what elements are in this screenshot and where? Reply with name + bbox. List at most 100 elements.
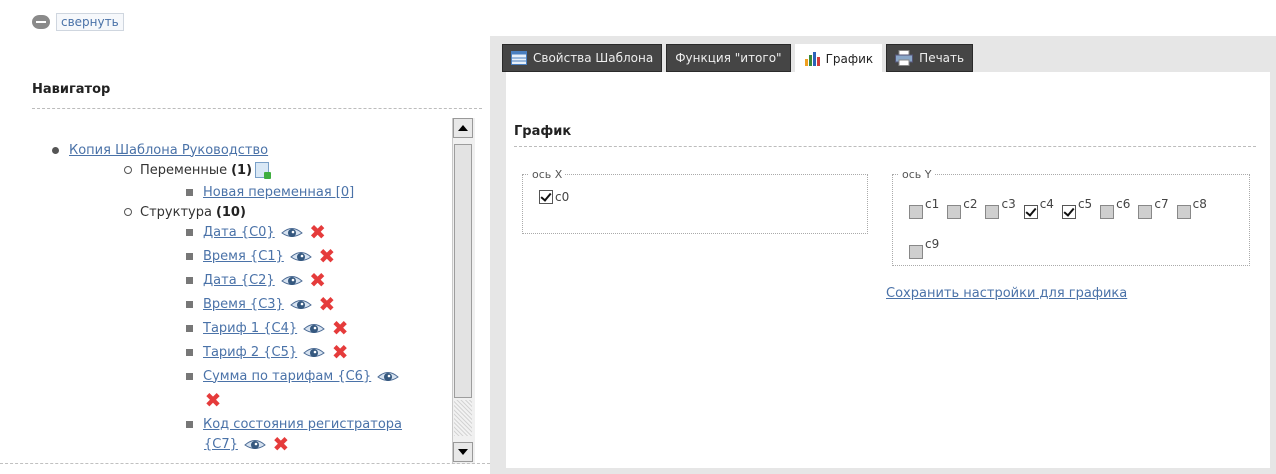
structure-item: Сумма по тарифам {C6} xyxy=(186,366,400,386)
checkbox-box[interactable] xyxy=(1176,205,1191,219)
tree-root: Копия Шаблона Руководство xyxy=(52,140,268,160)
y_axis-checkbox[interactable]: c5 xyxy=(1061,189,1093,219)
tab-total-function[interactable]: Функция "итого" xyxy=(666,44,791,72)
y_axis-checkbox[interactable]: c8 xyxy=(1176,189,1207,219)
tab-label: Печать xyxy=(919,51,965,65)
checkbox-box[interactable] xyxy=(1061,205,1076,219)
delete-icon[interactable]: ✖ xyxy=(331,342,349,362)
navigator-tree: Копия Шаблона Руководство Переменные (1)… xyxy=(32,118,448,464)
tab-template-properties[interactable]: Свойства Шаблона xyxy=(502,44,663,72)
eye-icon[interactable] xyxy=(290,248,312,264)
structure-item: Тариф 2 {C5} ✖ xyxy=(186,342,349,362)
navigator-scrollbar[interactable] xyxy=(452,118,475,464)
eye-icon[interactable] xyxy=(303,320,325,336)
bullet xyxy=(186,300,193,308)
tab-chart[interactable]: График xyxy=(794,44,883,74)
structure-item: Время {C3} ✖ xyxy=(186,294,336,314)
checkbox-label: c5 xyxy=(1077,197,1093,211)
collapse-icon xyxy=(32,15,50,29)
checkbox-box[interactable] xyxy=(909,205,923,219)
tab-bar: Свойства Шаблона Функция "итого" График … xyxy=(502,44,974,74)
tab-label: Функция "итого" xyxy=(675,51,782,65)
x-axis-legend: ось X xyxy=(532,168,563,181)
structure-item-link[interactable]: Дата {C2} xyxy=(203,273,275,288)
tree-variables: Переменные (1) xyxy=(124,160,272,180)
collapse-button[interactable]: свернуть xyxy=(32,12,124,32)
structure-item: {C7} ✖ xyxy=(204,434,290,454)
bar-chart-icon xyxy=(804,52,820,66)
bullet xyxy=(52,146,59,154)
checkbox-box[interactable] xyxy=(947,205,962,219)
eye-icon[interactable] xyxy=(280,272,303,288)
structure-item-link[interactable]: Сумма по тарифам {C6} xyxy=(203,369,371,384)
y-axis-group: ось Y c1 c2 c3 c4 c5 c6 c7 c8 c9 xyxy=(892,168,1250,266)
checkbox-label: c4 xyxy=(1039,197,1054,211)
new-variable-link[interactable]: Новая переменная [0] xyxy=(203,185,354,200)
table-icon xyxy=(511,51,527,65)
y-axis-legend: ось Y xyxy=(902,168,932,181)
tab-print[interactable]: Печать xyxy=(886,44,974,72)
x_axis-checkbox[interactable]: c0 xyxy=(539,190,569,204)
delete-icon[interactable]: ✖ xyxy=(331,318,349,338)
delete-icon[interactable]: ✖ xyxy=(318,246,336,266)
scroll-thumb[interactable] xyxy=(454,144,472,398)
checkbox-label: c9 xyxy=(925,237,940,251)
checkbox-label: c1 xyxy=(925,197,940,211)
y_axis-checkbox[interactable]: c1 xyxy=(909,189,939,219)
checkbox-box[interactable] xyxy=(1023,205,1038,219)
variables-count: (1) xyxy=(231,162,253,178)
checkbox-box[interactable] xyxy=(985,205,1000,219)
eye-icon[interactable] xyxy=(290,296,312,312)
checkbox-label: c3 xyxy=(1001,197,1016,211)
tab-label: График xyxy=(825,52,874,66)
structure-item-link[interactable]: Время {C1} xyxy=(203,249,284,264)
chart-section-divider xyxy=(514,146,1256,147)
structure-item-link[interactable]: {C7} xyxy=(204,437,238,452)
structure-item-link[interactable]: Тариф 2 {C5} xyxy=(203,345,297,360)
delete-icon[interactable]: ✖ xyxy=(204,390,222,410)
x-axis-group: ось X c0 xyxy=(522,168,868,234)
navigator-divider xyxy=(32,108,482,109)
eye-icon[interactable] xyxy=(303,344,325,360)
y_axis-checkbox[interactable]: c4 xyxy=(1023,189,1054,219)
save-chart-settings-link[interactable]: Сохранить настройки для графика xyxy=(886,286,1127,301)
checkbox-box[interactable] xyxy=(539,190,553,204)
tree-variable-item: Новая переменная [0] xyxy=(186,182,354,202)
eye-icon[interactable] xyxy=(377,368,400,384)
y_axis-checkbox[interactable]: c9 xyxy=(909,229,939,259)
structure-item-actions: ✖ xyxy=(204,390,222,410)
eye-icon[interactable] xyxy=(244,436,266,452)
y_axis-checkbox[interactable]: c7 xyxy=(1138,189,1169,219)
bullet xyxy=(186,420,193,428)
bullet xyxy=(124,208,132,216)
delete-icon[interactable]: ✖ xyxy=(318,294,336,314)
structure-item-link[interactable]: Код состояния регистратора xyxy=(203,417,402,432)
y_axis-checkbox[interactable]: c2 xyxy=(947,189,977,219)
delete-icon[interactable]: ✖ xyxy=(309,270,327,290)
eye-icon[interactable] xyxy=(280,224,303,240)
structure-item-link[interactable]: Дата {C0} xyxy=(203,225,275,240)
structure-item-link[interactable]: Тариф 1 {C4} xyxy=(203,321,297,336)
chart-section-title: График xyxy=(514,124,572,139)
bullet xyxy=(186,348,193,356)
scroll-down-button[interactable] xyxy=(453,442,473,462)
navigator-title: Навигатор xyxy=(32,82,111,97)
checkbox-box[interactable] xyxy=(1100,205,1115,219)
add-variable-icon[interactable] xyxy=(255,162,272,179)
delete-icon[interactable]: ✖ xyxy=(309,222,327,242)
printer-icon xyxy=(895,50,914,66)
bullet xyxy=(124,166,132,174)
template-link[interactable]: Копия Шаблона Руководство xyxy=(69,143,268,158)
checkbox-box[interactable] xyxy=(1138,205,1153,219)
structure-item: Время {C1} ✖ xyxy=(186,246,336,266)
structure-item: Тариф 1 {C4} ✖ xyxy=(186,318,349,338)
delete-icon[interactable]: ✖ xyxy=(272,434,290,454)
checkbox-box[interactable] xyxy=(909,245,923,259)
checkbox-label: c8 xyxy=(1192,197,1207,211)
structure-item-link[interactable]: Время {C3} xyxy=(203,297,284,312)
scroll-up-button[interactable] xyxy=(453,118,473,138)
y_axis-checkbox[interactable]: c3 xyxy=(985,189,1016,219)
y_axis-checkbox[interactable]: c6 xyxy=(1100,189,1130,219)
scroll-track xyxy=(454,400,472,436)
checkbox-label: c0 xyxy=(555,190,570,204)
